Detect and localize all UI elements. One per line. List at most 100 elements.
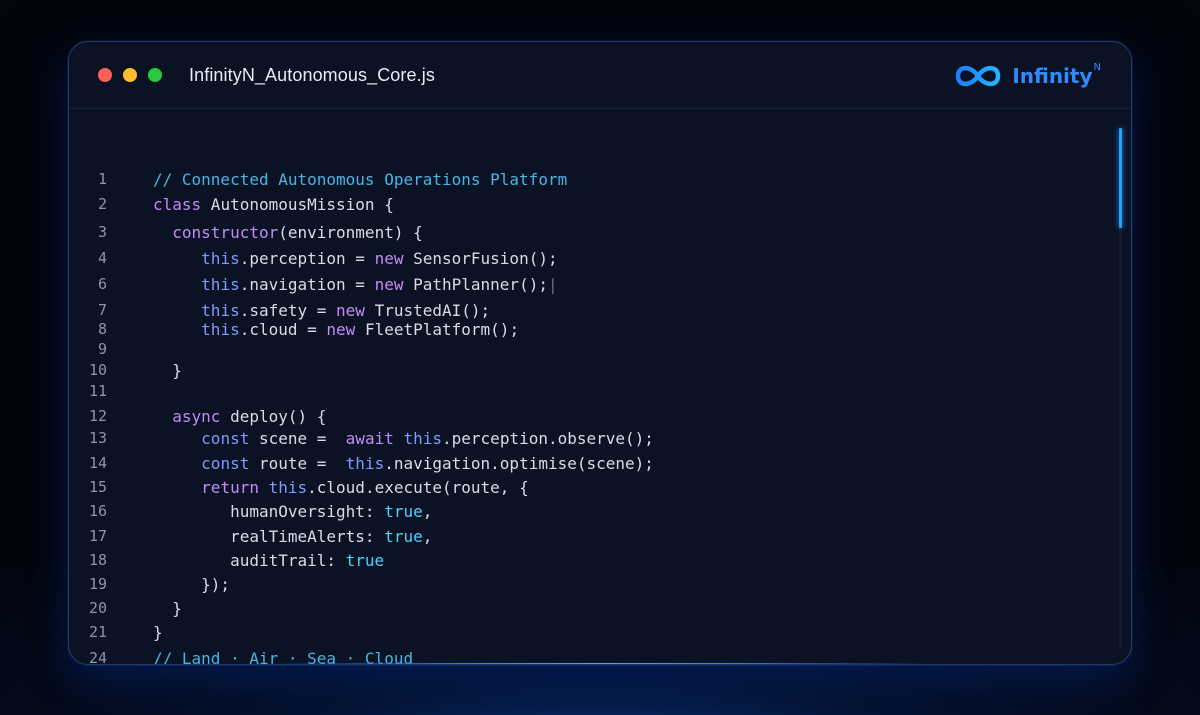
code-token-plain: , bbox=[422, 527, 433, 546]
code-token-plain: .navigation.optimise(scene); bbox=[384, 454, 654, 473]
close-window-button[interactable] bbox=[98, 68, 112, 82]
code-token-this: this bbox=[201, 249, 240, 268]
code-line[interactable]: 8 this.cloud = new FleetPlatform(); bbox=[69, 320, 1131, 342]
scrollbar-thumb[interactable] bbox=[1119, 128, 1122, 228]
code-token-plain: } bbox=[153, 623, 163, 642]
code-token-this: this bbox=[201, 275, 240, 294]
line-number: 4 bbox=[97, 249, 107, 267]
line-number: 7 bbox=[97, 301, 107, 319]
code-line[interactable]: 20 } bbox=[69, 599, 1131, 621]
line-number: 2 bbox=[97, 195, 107, 213]
line-number: 9 bbox=[97, 340, 107, 358]
infinity-logo-icon bbox=[952, 61, 1004, 91]
brand-superscript: N bbox=[1093, 61, 1101, 73]
code-token-plain: } bbox=[153, 361, 182, 380]
code-line[interactable]: 3 constructor(environment) { bbox=[69, 223, 1131, 245]
line-number: 11 bbox=[88, 382, 107, 400]
code-token-plain: (environment) { bbox=[278, 223, 423, 242]
line-number: 20 bbox=[88, 599, 107, 617]
code-line[interactable]: 2 class AutonomousMission { bbox=[69, 195, 1131, 217]
code-text: } bbox=[153, 599, 182, 618]
code-line[interactable]: 12 async deploy() { bbox=[69, 407, 1131, 429]
code-token-plain: .cloud = bbox=[239, 320, 327, 339]
code-token-kw: new bbox=[374, 275, 404, 294]
code-line[interactable]: 21} bbox=[69, 623, 1131, 645]
code-line[interactable]: 17 realTimeAlerts: true, bbox=[69, 527, 1131, 549]
code-line[interactable]: 15 return this.cloud.execute(route, { bbox=[69, 478, 1131, 500]
code-token-this: this bbox=[201, 320, 240, 339]
code-token-this: const bbox=[201, 429, 250, 448]
file-name-tab[interactable]: InfinityN_Autonomous_Core.js bbox=[189, 65, 435, 86]
code-token-kw: class bbox=[153, 195, 202, 214]
code-line[interactable]: 13 const scene = await this.perception.o… bbox=[69, 429, 1131, 451]
title-bar: InfinityN_Autonomous_Core.js Infinity N bbox=[69, 42, 1131, 109]
code-text: const scene = await this.perception.obse… bbox=[153, 429, 654, 448]
code-token-bool: true bbox=[345, 551, 385, 570]
code-token-plain: auditTrail: bbox=[153, 551, 346, 570]
code-line[interactable]: 4 this.perception = new SensorFusion(); bbox=[69, 249, 1131, 271]
code-token-plain: humanOversight: bbox=[153, 502, 385, 521]
code-line[interactable]: 16 humanOversight: true, bbox=[69, 502, 1131, 524]
code-token-kw: new bbox=[374, 249, 404, 268]
line-number: 3 bbox=[97, 223, 107, 241]
line-number: 15 bbox=[88, 478, 107, 496]
code-token-this: this bbox=[201, 301, 240, 320]
code-text: async deploy() { bbox=[153, 407, 326, 426]
code-line[interactable]: 18 auditTrail: true bbox=[69, 551, 1131, 573]
code-token-plain: .navigation = bbox=[239, 275, 375, 294]
line-number: 13 bbox=[88, 429, 107, 447]
line-number: 16 bbox=[88, 502, 107, 520]
code-token-plain: .perception = bbox=[239, 249, 375, 268]
code-line[interactable]: 11 bbox=[69, 382, 1131, 404]
code-token-plain: } bbox=[153, 599, 182, 618]
code-text: auditTrail: true bbox=[153, 551, 384, 570]
maximize-window-button[interactable] bbox=[148, 68, 162, 82]
code-token-plain: .cloud.execute(route, { bbox=[307, 478, 529, 497]
code-text: }); bbox=[153, 575, 230, 594]
code-token-plain: SensorFusion(); bbox=[403, 249, 558, 268]
code-text: realTimeAlerts: true, bbox=[153, 527, 432, 546]
code-line[interactable]: 19 }); bbox=[69, 575, 1131, 597]
code-line[interactable]: 24 // Land · Air · Sea · Cloud bbox=[69, 649, 1131, 665]
code-line[interactable]: 10 } bbox=[69, 361, 1131, 383]
code-text: } bbox=[153, 623, 163, 642]
code-token-cursor: | bbox=[547, 275, 558, 294]
code-token-plain: route = bbox=[249, 454, 346, 473]
line-number: 21 bbox=[88, 623, 107, 641]
code-token-plain: .perception.observe(); bbox=[442, 429, 654, 448]
code-line[interactable]: 9 bbox=[69, 340, 1131, 362]
code-line[interactable]: 6 this.navigation = new PathPlanner();| bbox=[69, 275, 1131, 297]
code-token-kw: await bbox=[345, 429, 394, 448]
code-token-plain: AutonomousMission { bbox=[201, 195, 394, 214]
line-number: 18 bbox=[88, 551, 107, 569]
brand-name: Infinity bbox=[1012, 64, 1093, 88]
line-number: 17 bbox=[88, 527, 107, 545]
code-token-plain: FleetPlatform(); bbox=[355, 320, 520, 339]
minimize-window-button[interactable] bbox=[123, 68, 137, 82]
code-token-kw: constructor bbox=[172, 223, 279, 242]
code-text: // Land · Air · Sea · Cloud bbox=[153, 649, 414, 665]
code-token-comment: // Connected Autonomous Operations Platf… bbox=[153, 170, 568, 189]
code-token-plain: deploy() { bbox=[220, 407, 327, 426]
line-number: 10 bbox=[88, 361, 107, 379]
editor-window: InfinityN_Autonomous_Core.js Infinity N 1… bbox=[68, 41, 1132, 665]
code-line[interactable]: 1 // Connected Autonomous Operations Plat… bbox=[69, 170, 1131, 192]
line-number: 12 bbox=[88, 407, 107, 425]
code-token-plain: scene = bbox=[249, 429, 346, 448]
code-token-kw: async bbox=[172, 407, 221, 426]
code-editor[interactable]: 1 // Connected Autonomous Operations Plat… bbox=[69, 108, 1131, 664]
code-text: const route = this.navigation.optimise(s… bbox=[153, 454, 654, 473]
code-token-plain: TrustedAI(); bbox=[364, 301, 491, 320]
code-token-comment: // Land · Air · Sea · Cloud bbox=[153, 649, 414, 665]
code-line[interactable]: 14 const route = this.navigation.optimis… bbox=[69, 454, 1131, 476]
line-number: 8 bbox=[97, 320, 107, 338]
code-token-this: this bbox=[345, 454, 385, 473]
code-token-kw: new bbox=[326, 320, 356, 339]
